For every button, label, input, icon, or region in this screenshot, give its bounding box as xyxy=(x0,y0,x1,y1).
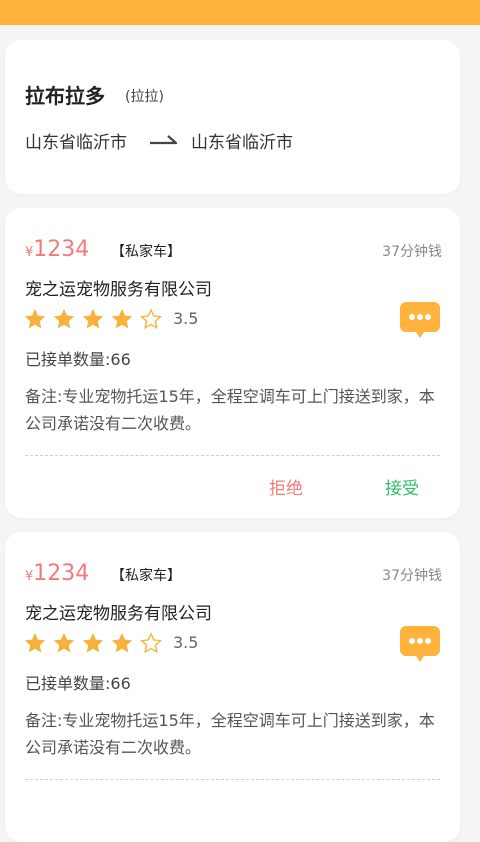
chat-bubble-icon[interactable] xyxy=(400,626,440,662)
chat-bubble-icon[interactable] xyxy=(400,302,440,338)
star-rating xyxy=(23,306,168,332)
offer-remark: 备注:专业宠物托运15年，全程空调车可上门接送到家，本公司承诺没有二次收费。 xyxy=(25,387,435,433)
reject-button[interactable]: 拒绝 xyxy=(269,474,303,499)
rating-value: 3.5 xyxy=(173,633,199,652)
price-amount: 1234 xyxy=(33,561,90,586)
route-origin: 山东省临沂市 xyxy=(25,133,127,153)
star-filled-icon xyxy=(82,309,104,329)
pet-nickname: (拉拉) xyxy=(125,89,164,105)
offer-time: 37分钟钱 xyxy=(382,568,442,584)
order-count-value: 66 xyxy=(110,674,131,693)
star-filled-icon xyxy=(82,633,104,653)
pet-name: 拉布拉多 xyxy=(25,84,105,108)
car-type-label: 【私家车】 xyxy=(111,568,181,584)
star-filled-icon xyxy=(53,309,75,329)
dashed-divider xyxy=(25,455,440,456)
offer-price: ¥1234 xyxy=(25,237,89,262)
star-filled-icon xyxy=(111,633,133,653)
order-count: 已接单数量:66 xyxy=(25,670,131,694)
rating-value: 3.5 xyxy=(173,309,199,328)
order-count-label: 已接单数量: xyxy=(25,674,111,693)
order-count-label: 已接单数量: xyxy=(25,350,111,369)
company-name: 宠之运宠物服务有限公司 xyxy=(25,280,212,300)
car-type-label: 【私家车】 xyxy=(111,244,181,260)
star-filled-icon xyxy=(24,309,46,329)
order-count-value: 66 xyxy=(110,350,131,369)
star-empty-icon xyxy=(139,632,163,654)
offer-card: ¥1234 【私家车】 37分钟钱 宠之运宠物服务有限公司 3.5 已接单数量:… xyxy=(5,532,460,842)
order-count: 已接单数量:66 xyxy=(25,346,131,370)
route-destination: 山东省临沂市 xyxy=(191,133,293,153)
offer-time: 37分钟钱 xyxy=(382,244,442,260)
star-rating xyxy=(23,630,168,656)
star-filled-icon xyxy=(111,309,133,329)
accept-button[interactable]: 接受 xyxy=(385,474,419,499)
route-arrow-icon xyxy=(150,135,178,145)
offer-price: ¥1234 xyxy=(25,561,89,586)
company-name: 宠之运宠物服务有限公司 xyxy=(25,604,212,624)
route-card: 拉布拉多 (拉拉) 山东省临沂市 山东省临沂市 xyxy=(5,40,460,194)
price-amount: 1234 xyxy=(33,237,90,262)
star-filled-icon xyxy=(24,633,46,653)
star-filled-icon xyxy=(53,633,75,653)
star-empty-icon xyxy=(139,308,163,330)
offer-remark: 备注:专业宠物托运15年，全程空调车可上门接送到家，本公司承诺没有二次收费。 xyxy=(25,711,435,757)
dashed-divider xyxy=(25,779,440,780)
top-header-bar xyxy=(0,0,480,25)
offer-card: ¥1234 【私家车】 37分钟钱 宠之运宠物服务有限公司 3.5 已接单数量:… xyxy=(5,208,460,518)
